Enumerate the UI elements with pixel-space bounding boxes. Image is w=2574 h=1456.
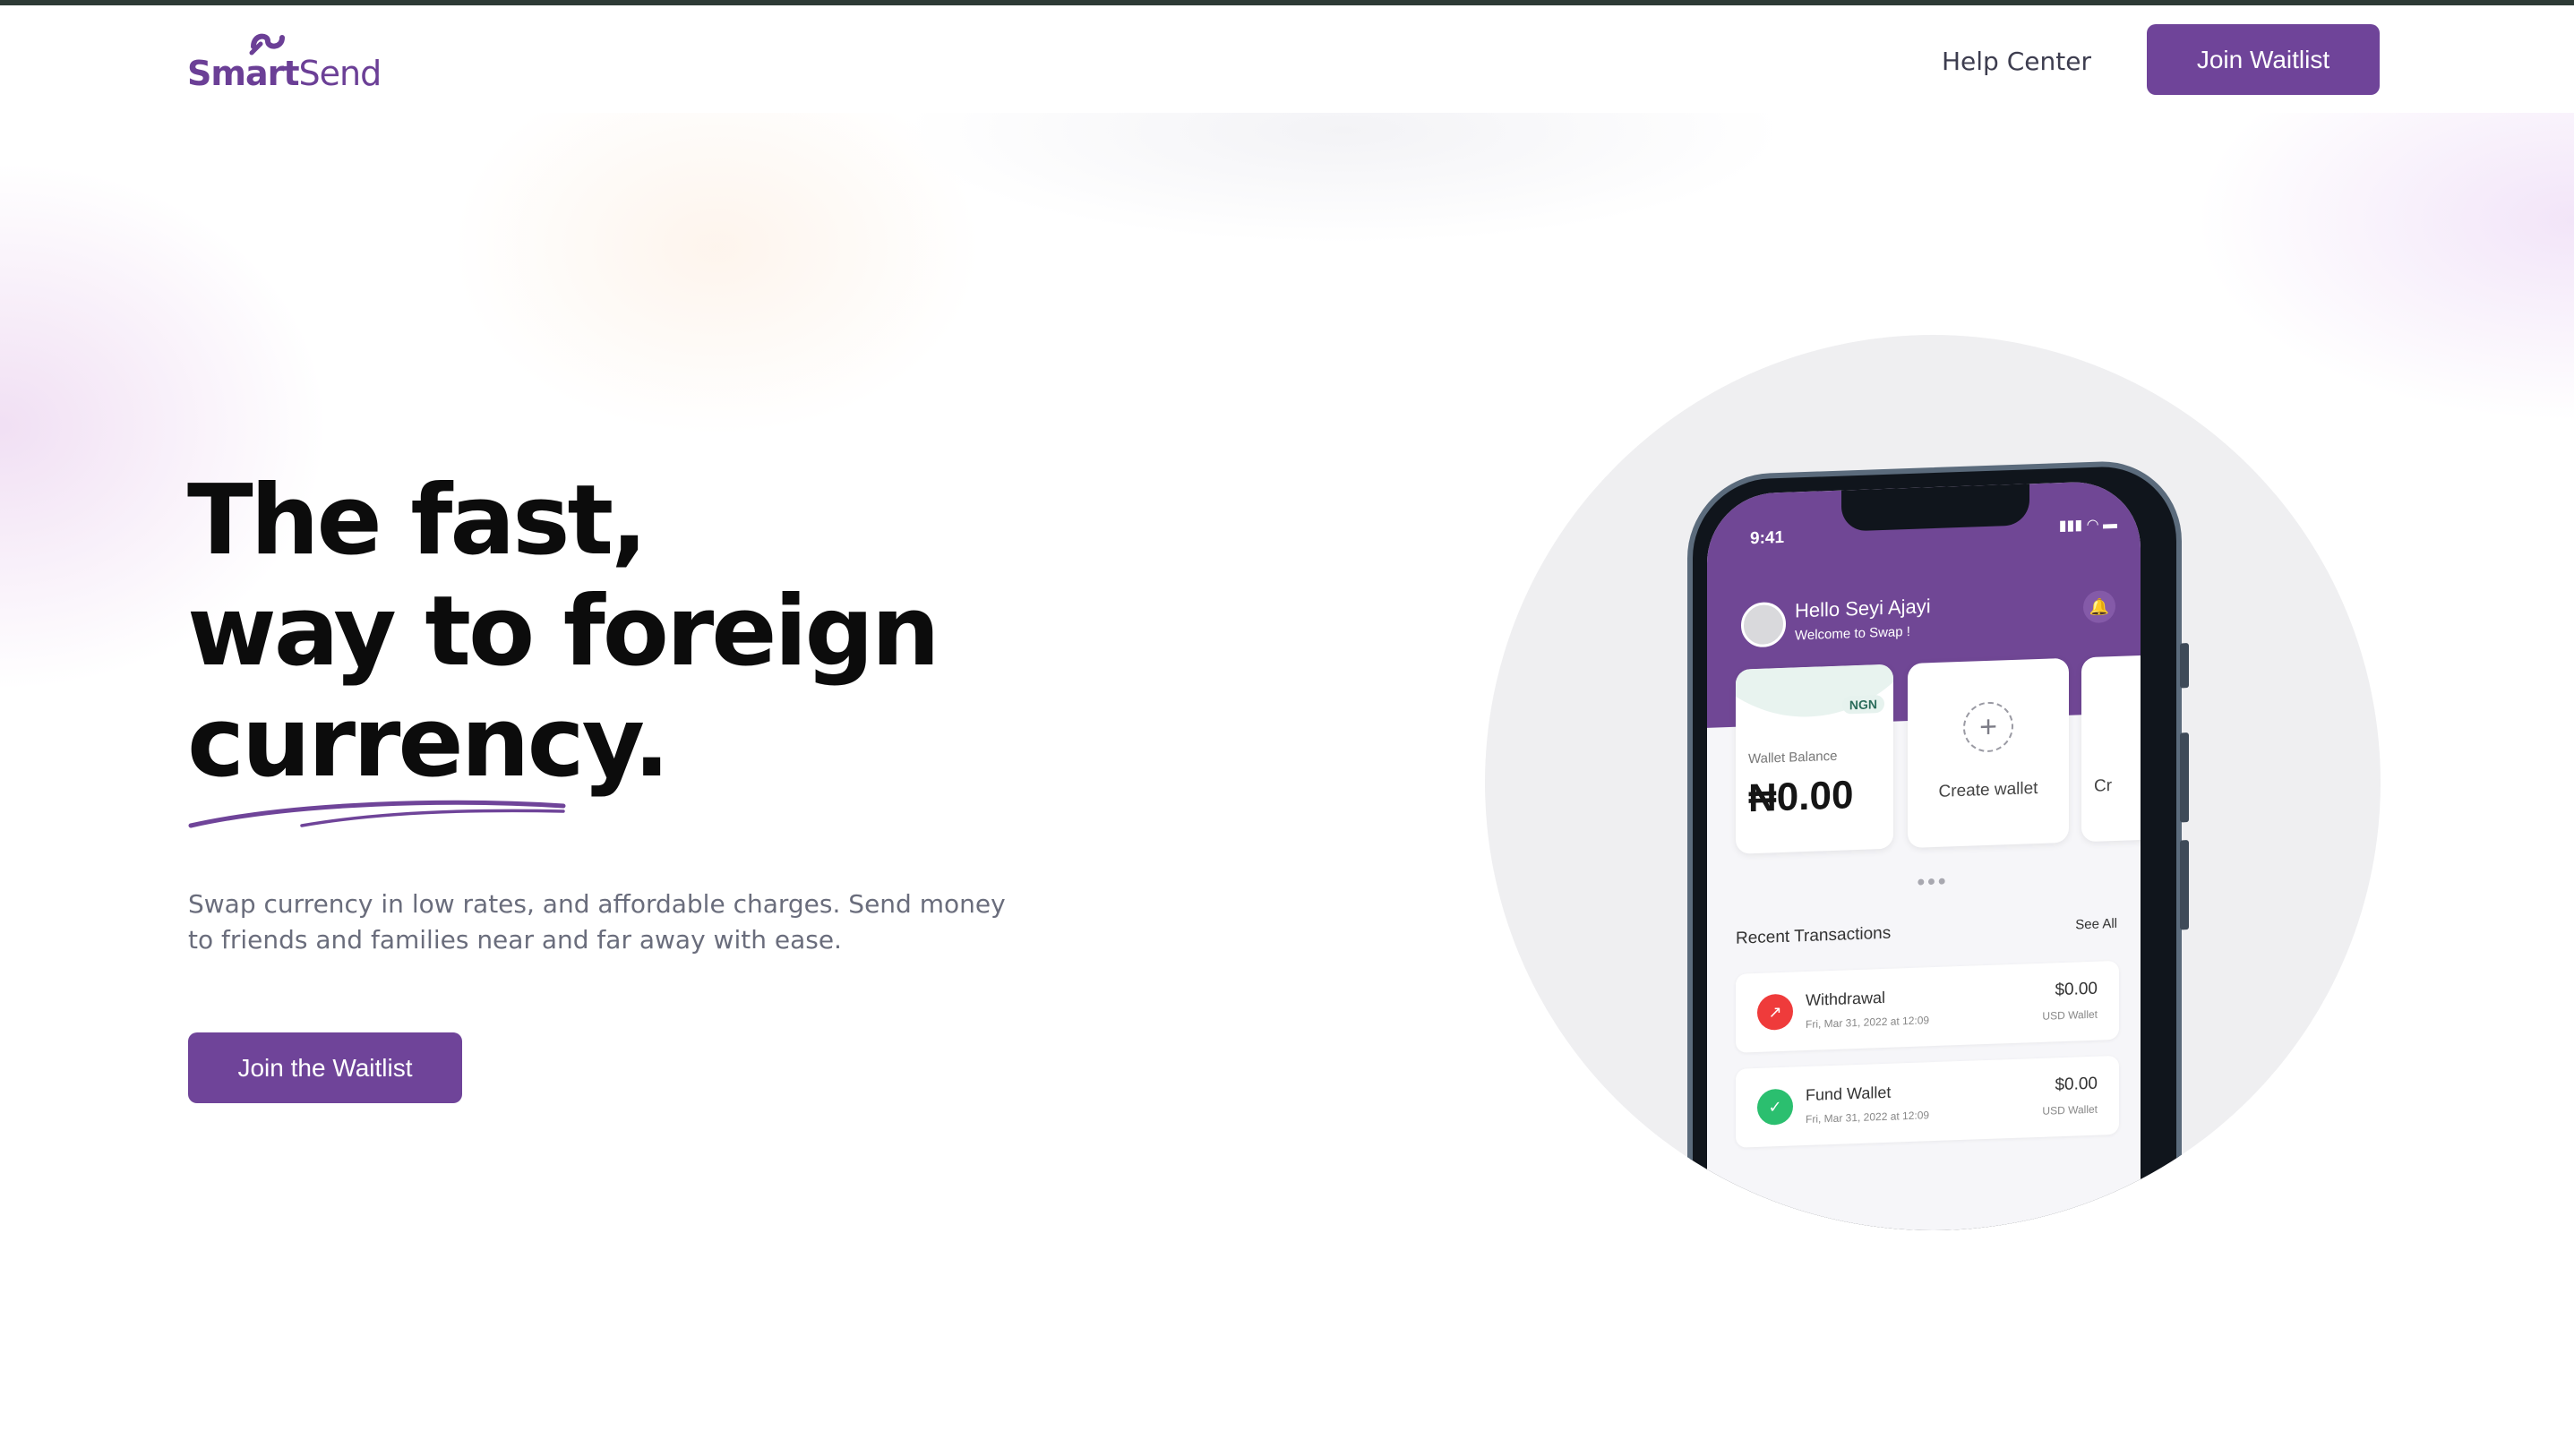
currency-badge: NGN [1841,694,1884,715]
headline-line-1: The fast, [187,465,648,577]
transaction-date: Fri, Mar 31, 2022 at 12:09 [1806,1109,1930,1126]
arrow-up-right-icon: ↗ [1757,993,1793,1031]
phone-side-button [2180,643,2189,689]
partial-card: Cr [2081,654,2141,843]
transaction-title: Withdrawal [1806,988,1886,1010]
join-the-waitlist-button[interactable]: Join the Waitlist [188,1032,462,1103]
checkmark-icon: ✓ [1757,1088,1793,1126]
transaction-row: ↗ Withdrawal Fri, Mar 31, 2022 at 12:09 … [1736,960,2119,1053]
headline-line-3: currency. [187,687,670,799]
phone-side-button [2180,732,2189,823]
see-all-link: See All [2075,915,2117,933]
partial-card-label: Cr [2094,776,2113,796]
greeting-text: Hello Seyi Ajayi [1795,595,1931,622]
phone-notch [1841,484,2029,532]
help-center-link[interactable]: Help Center [1942,47,2091,76]
phone-side-button [2180,840,2189,930]
plus-icon: + [1963,700,2013,753]
wallet-balance-label: Wallet Balance [1748,748,1838,767]
site-header: SmartSend Help Center Join Waitlist [0,5,2574,113]
wallet-balance-value: ₦0.00 [1748,773,1854,821]
logo-wordmark: SmartSend [187,54,382,93]
headline-line-2: way to foreign [187,576,940,688]
status-time: 9:41 [1750,527,1785,549]
transaction-wallet: USD Wallet [2042,1102,2098,1118]
transaction-wallet: USD Wallet [2042,1007,2098,1023]
transaction-date: Fri, Mar 31, 2022 at 12:09 [1806,1014,1930,1032]
headline-underline-swoosh [188,800,566,828]
join-waitlist-button[interactable]: Join Waitlist [2147,24,2380,95]
create-wallet-card: + Create wallet [1908,657,2069,849]
wallet-balance-card: NGN Wallet Balance ₦0.00 [1736,664,1893,854]
recent-transactions-title: Recent Transactions [1736,923,1892,948]
phone-screen: 9:41 ▮▮▮ ◠ ▬ Hello Seyi Ajayi Welcome to… [1707,479,2141,1230]
hero-headline: The fast, way to foreign currency. [187,465,940,799]
transaction-amount: $0.00 [2055,979,2098,1000]
phone-mockup: 9:41 ▮▮▮ ◠ ▬ Hello Seyi Ajayi Welcome to… [1687,458,2189,1230]
smartsend-logo[interactable]: SmartSend [187,29,382,100]
signal-wifi-battery-icon: ▮▮▮ ◠ ▬ [2058,516,2117,535]
transaction-row: ✓ Fund Wallet Fri, Mar 31, 2022 at 12:09… [1736,1055,2119,1148]
create-wallet-label: Create wallet [1938,778,2038,801]
transaction-title: Fund Wallet [1806,1083,1892,1105]
carousel-dots: ●●● [1917,873,1948,890]
transaction-amount: $0.00 [2055,1074,2098,1095]
logo-mark-icon [249,33,285,56]
hero-subtitle: Swap currency in low rates, and affordab… [188,889,1006,955]
phone-mockup-circle: 9:41 ▮▮▮ ◠ ▬ Hello Seyi Ajayi Welcome to… [1485,335,2381,1230]
